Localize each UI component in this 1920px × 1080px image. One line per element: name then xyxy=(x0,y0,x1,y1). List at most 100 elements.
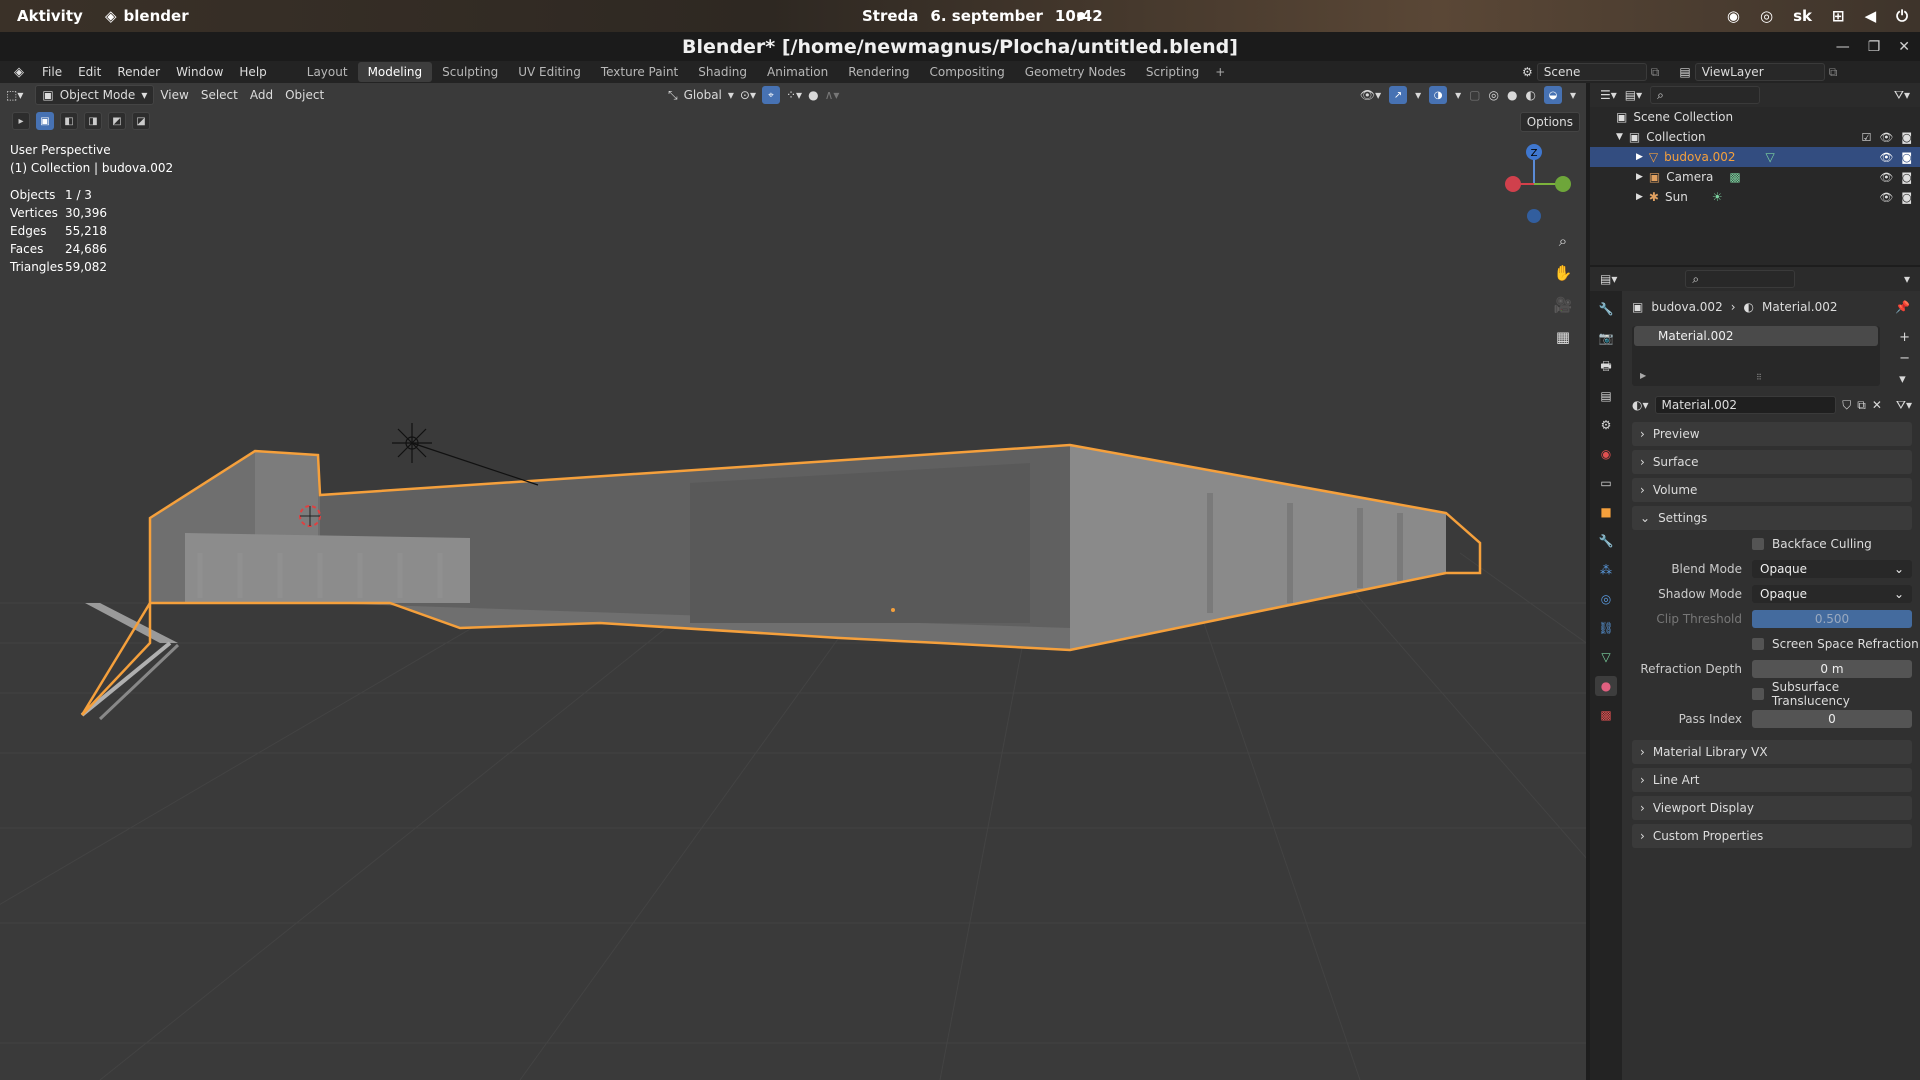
output-tab-icon[interactable]: 🖶 xyxy=(1595,357,1617,377)
menu-object[interactable]: Object xyxy=(279,85,330,105)
material-slot[interactable]: Material.002 xyxy=(1634,326,1878,346)
camera-icon[interactable]: ◙ xyxy=(1901,131,1912,144)
checkbox-icon[interactable]: ☑ xyxy=(1861,131,1871,144)
menu-window[interactable]: Window xyxy=(168,65,231,79)
unlink-icon[interactable]: ✕ xyxy=(1872,398,1882,412)
pivot-icon[interactable]: ⊙▾ xyxy=(740,88,756,102)
scene-tab-icon[interactable]: ⚙ xyxy=(1595,415,1617,435)
transform-orientation-dropdown[interactable]: Global xyxy=(684,88,722,102)
shadow-mode-dropdown[interactable]: Opaque ⌄ xyxy=(1752,585,1912,603)
tab-compositing[interactable]: Compositing xyxy=(919,62,1014,82)
scene-collection-row[interactable]: ▣ Scene Collection xyxy=(1590,107,1920,127)
maximize-icon[interactable]: ❐ xyxy=(1868,39,1881,55)
eye-icon[interactable]: 👁 xyxy=(1879,191,1893,204)
menu-file[interactable]: File xyxy=(34,65,70,79)
physics-tab-icon[interactable]: ◎ xyxy=(1595,589,1617,609)
options-dropdown[interactable]: Options xyxy=(1519,112,1580,132)
zoom-icon[interactable]: ⌕ xyxy=(1550,228,1576,254)
remove-slot-button[interactable]: − xyxy=(1899,351,1910,366)
panel-viewport-display[interactable]: › Viewport Display xyxy=(1632,796,1912,820)
pin-scene-icon[interactable]: ⧉ xyxy=(1651,65,1660,80)
panel-material-library[interactable]: › Material Library VX xyxy=(1632,740,1912,764)
panel-custom-properties[interactable]: › Custom Properties xyxy=(1632,824,1912,848)
panel-settings[interactable]: ⌄ Settings xyxy=(1632,506,1912,530)
material-shading-icon[interactable]: ◐ xyxy=(1525,88,1535,102)
menu-help[interactable]: Help xyxy=(231,65,274,79)
keyboard-layout[interactable]: sk xyxy=(1793,7,1812,25)
panel-surface[interactable]: › Surface xyxy=(1632,450,1912,474)
chevron-down-icon[interactable]: ▼ xyxy=(1616,132,1623,142)
mode-dropdown[interactable]: ▣ Object Mode ▾ xyxy=(35,85,155,105)
gizmo-dropdown-icon[interactable]: ▾ xyxy=(1415,88,1421,102)
constraints-tab-icon[interactable]: ⛓ xyxy=(1595,618,1617,638)
steam-icon[interactable]: ◎ xyxy=(1760,7,1773,25)
snap-icon[interactable]: ⌖ xyxy=(762,86,780,104)
solid-shading-icon[interactable]: ● xyxy=(1507,88,1517,102)
scene-name-field[interactable]: Scene xyxy=(1536,63,1647,81)
world-tab-icon[interactable]: ◉ xyxy=(1595,444,1617,464)
close-icon[interactable]: ✕ xyxy=(1898,39,1910,55)
display-mode-icon[interactable]: ▤▾ xyxy=(1625,88,1642,102)
chevron-right-icon[interactable]: ▶ xyxy=(1636,192,1643,202)
add-slot-button[interactable]: + xyxy=(1899,330,1910,345)
filter-icon[interactable]: ⛛▾ xyxy=(1894,88,1910,103)
panel-volume[interactable]: › Volume xyxy=(1632,478,1912,502)
camera-view-icon[interactable]: 🎥 xyxy=(1550,292,1576,318)
gizmo-toggle-icon[interactable]: ↗ xyxy=(1389,86,1408,104)
menu-view[interactable]: View xyxy=(154,85,194,105)
camera-icon[interactable]: ◙ xyxy=(1901,171,1912,184)
volume-icon[interactable]: ◀ xyxy=(1865,7,1877,25)
select-subtract-icon[interactable]: ◨ xyxy=(84,112,102,130)
xray-icon[interactable]: ▢ xyxy=(1469,88,1480,102)
object-tab-icon[interactable]: ■ xyxy=(1595,502,1617,522)
app-menu[interactable]: ◈ blender xyxy=(105,7,189,25)
discord-icon[interactable]: ◉ xyxy=(1727,7,1740,25)
snap-target-icon[interactable]: ⁘▾ xyxy=(786,88,802,102)
material-tab-icon[interactable]: ● xyxy=(1595,676,1617,696)
pan-hand-icon[interactable]: ✋ xyxy=(1550,260,1576,286)
select-tool-icon[interactable]: ▸ xyxy=(12,112,30,130)
eye-icon[interactable]: 👁 xyxy=(1879,131,1893,144)
resize-handle[interactable]: ⠿ xyxy=(1756,373,1762,382)
building-mesh[interactable] xyxy=(80,443,1482,721)
select-extend-icon[interactable]: ◧ xyxy=(60,112,78,130)
3d-viewport[interactable]: Z ⬚▾ ▣ Object Mode ▾ View Select Add Objec… xyxy=(0,83,1586,1080)
pass-index-field[interactable]: 0 xyxy=(1752,710,1912,728)
filter-icon[interactable]: ⛛▾ xyxy=(1896,398,1912,413)
camera-icon[interactable]: ◙ xyxy=(1901,191,1912,204)
panel-line-art[interactable]: › Line Art xyxy=(1632,768,1912,792)
network-icon[interactable]: ⊞ xyxy=(1832,7,1845,25)
falloff-icon[interactable]: ∧▾ xyxy=(825,88,840,102)
view-layer-field[interactable]: ViewLayer xyxy=(1694,63,1825,81)
tab-sculpting[interactable]: Sculpting xyxy=(432,62,508,82)
outliner-item-sun[interactable]: ▶ ✱ Sun ☀ 👁 ◙ xyxy=(1590,187,1920,207)
material-slot-list[interactable]: Material.002 ▶ ⠿ xyxy=(1632,326,1880,386)
ortho-grid-icon[interactable]: ▦ xyxy=(1550,324,1576,350)
slot-menu-icon[interactable]: ▾ xyxy=(1899,372,1910,387)
menu-add[interactable]: Add xyxy=(244,85,279,105)
overlay-dropdown-icon[interactable]: ▾ xyxy=(1455,88,1461,102)
wireframe-shading-icon[interactable]: ◎ xyxy=(1489,88,1499,102)
select-intersect-icon[interactable]: ◪ xyxy=(132,112,150,130)
particles-tab-icon[interactable]: ⁂ xyxy=(1595,560,1617,580)
data-tab-icon[interactable]: ▽ xyxy=(1595,647,1617,667)
tab-animation[interactable]: Animation xyxy=(757,62,838,82)
activities-button[interactable]: Aktivity xyxy=(17,7,83,25)
properties-search-input[interactable]: ⌕ xyxy=(1685,270,1796,288)
eye-icon[interactable]: 👁 xyxy=(1879,171,1893,184)
tab-geometry-nodes[interactable]: Geometry Nodes xyxy=(1015,62,1136,82)
select-invert-icon[interactable]: ◩ xyxy=(108,112,126,130)
select-new-icon[interactable]: ▣ xyxy=(36,112,54,130)
panel-preview[interactable]: › Preview xyxy=(1632,422,1912,446)
scene-icon[interactable]: ⚙ xyxy=(1522,65,1533,79)
rendered-shading-icon[interactable]: ◒ xyxy=(1543,86,1562,104)
chevron-right-icon[interactable]: ▶ xyxy=(1636,152,1643,162)
expand-icon[interactable]: ▶ xyxy=(1640,371,1646,380)
add-workspace-button[interactable]: + xyxy=(1209,65,1231,79)
new-view-layer-icon[interactable]: ⧉ xyxy=(1829,65,1838,80)
view-layer-tab-icon[interactable]: ▤ xyxy=(1595,386,1617,406)
transform-orientation-icon[interactable]: ⤡ xyxy=(668,88,678,103)
editor-type-icon[interactable]: ⬚▾ xyxy=(0,85,29,105)
tab-uv-editing[interactable]: UV Editing xyxy=(508,62,591,82)
texture-tab-icon[interactable]: ▩ xyxy=(1595,705,1617,725)
